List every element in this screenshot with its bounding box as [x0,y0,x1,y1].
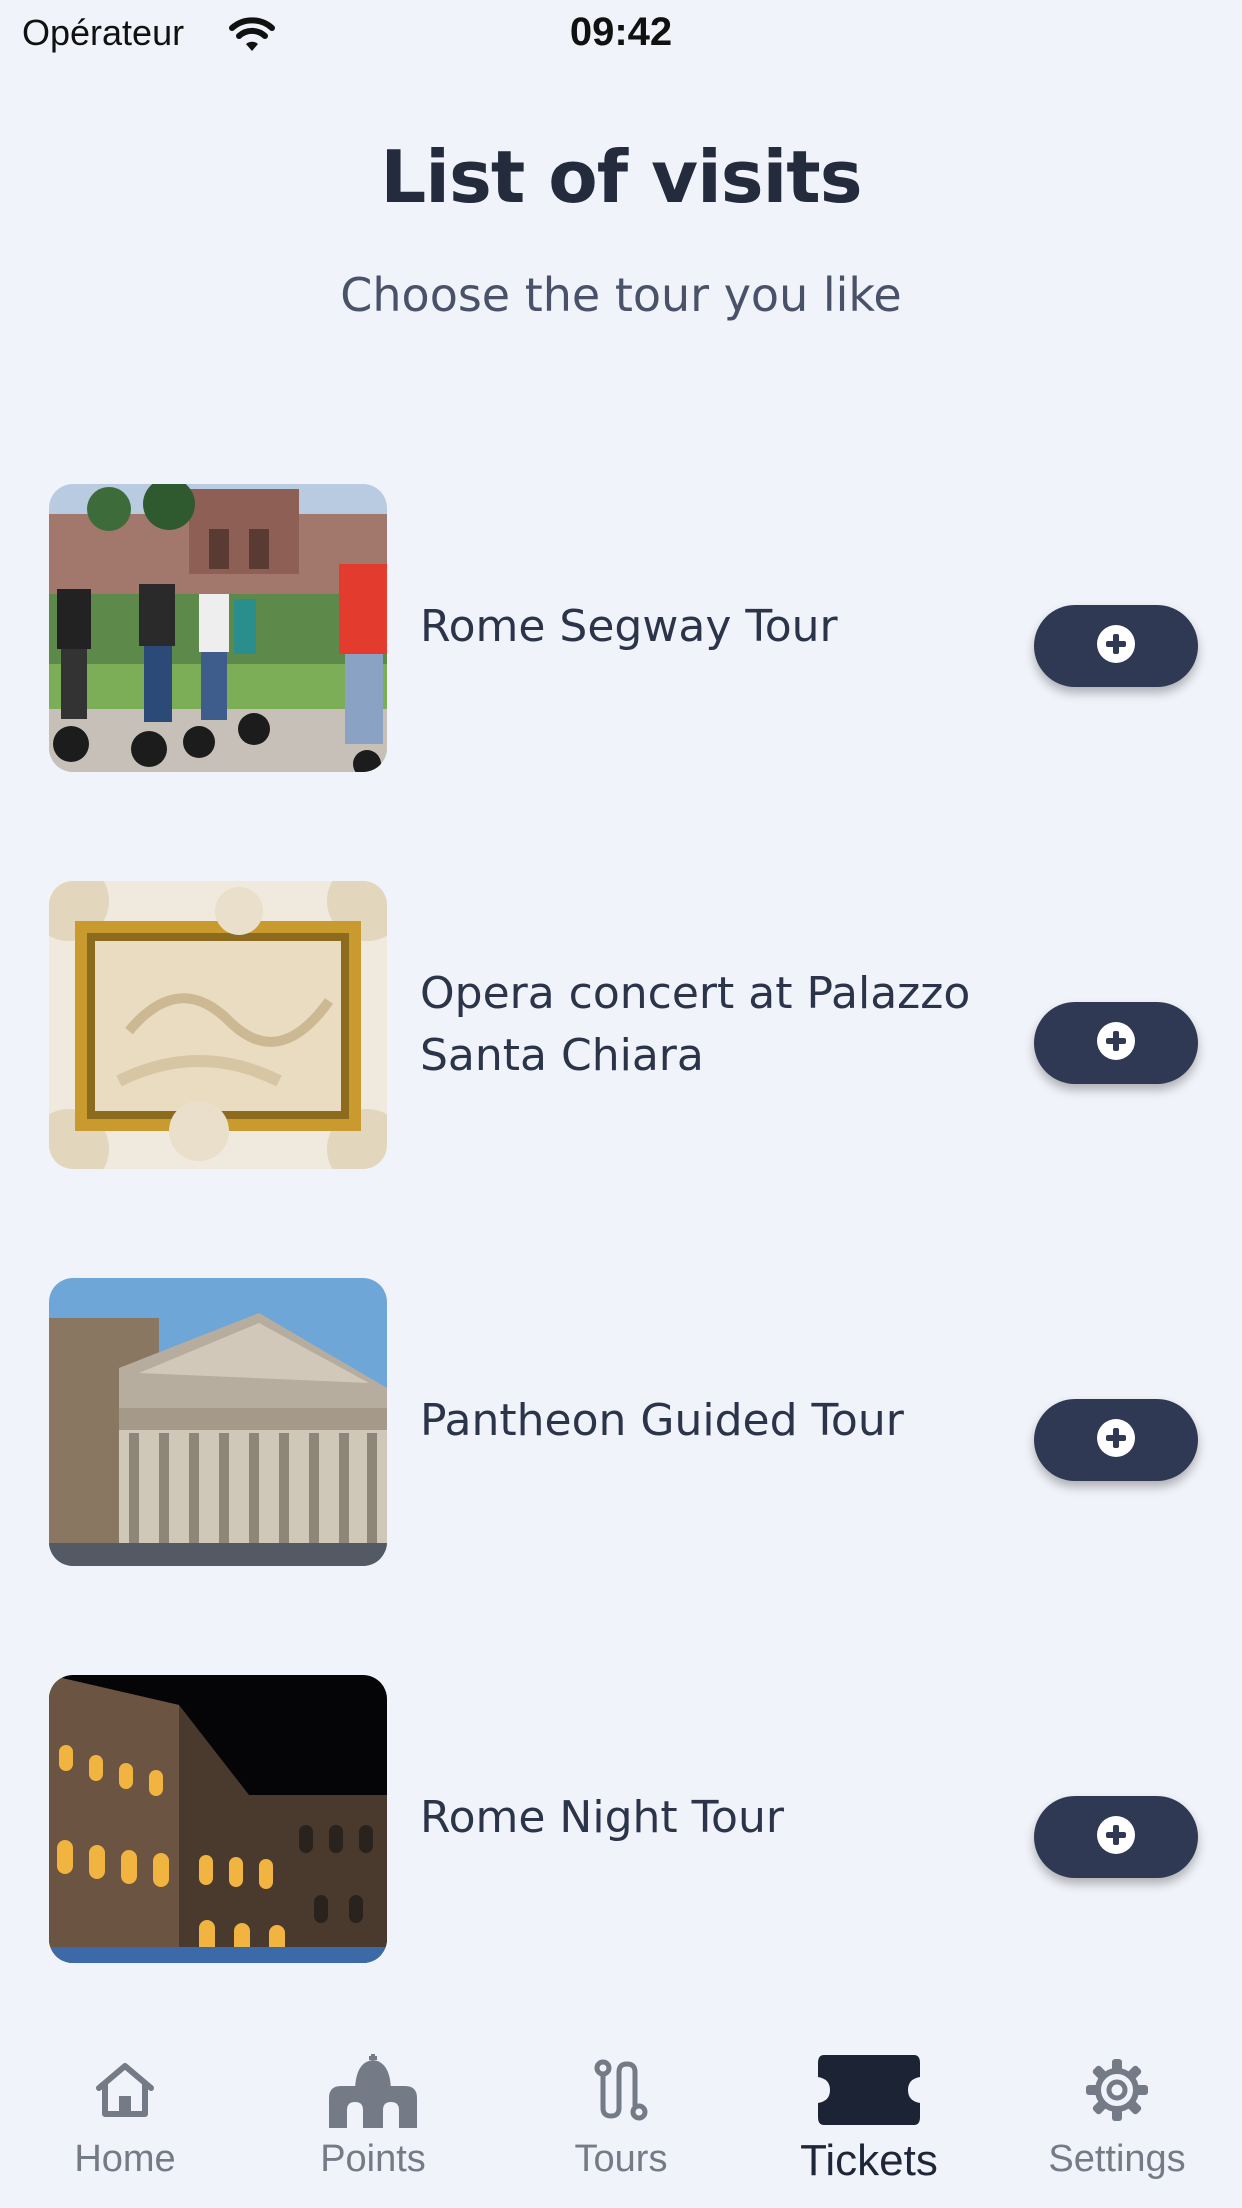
tab-home[interactable]: Home [1,2008,249,2208]
tab-points[interactable]: Points [249,2008,497,2208]
gear-icon [993,2050,1241,2130]
pantheon-photo [49,1278,387,1566]
tab-label: Settings [1048,2138,1186,2180]
plus-circle-icon [1095,1814,1137,1860]
visit-item-opera[interactable]: Opera concert at Palazzo Santa Chiara [0,881,1242,1169]
visit-name: Pantheon Guided Tour [420,1395,904,1446]
tab-label: Tickets [800,2136,938,2185]
colosseum-night-photo [49,1675,387,1963]
church-icon [249,2050,497,2130]
tab-bar: Home Points Tours Tickets Settings [0,2008,1242,2208]
tab-label: Home [74,2138,176,2180]
page-subtitle: Choose the tour you like [340,268,902,322]
visit-item-night[interactable]: Rome Night Tour [0,1675,1242,1963]
status-bar: Opérateur 09:42 [0,0,1242,70]
add-visit-button[interactable] [1034,1399,1198,1481]
plus-circle-icon [1095,1417,1137,1463]
add-visit-button[interactable] [1034,605,1198,687]
visit-name: Rome Night Tour [420,1792,784,1843]
add-visit-button[interactable] [1034,1796,1198,1878]
tab-label: Tours [574,2138,668,2180]
tab-label: Points [320,2138,426,2180]
palazzo-ceiling-photo [49,881,387,1169]
page-title: List of visits [380,135,862,219]
ticket-icon [745,2050,993,2130]
tab-settings[interactable]: Settings [993,2008,1241,2208]
visit-item-pantheon[interactable]: Pantheon Guided Tour [0,1278,1242,1566]
visit-name: Rome Segway Tour [420,601,838,652]
visit-item-segway[interactable]: Rome Segway Tour [0,484,1242,772]
home-icon [1,2050,249,2130]
segway-tour-photo [49,484,387,772]
plus-circle-icon [1095,623,1137,669]
route-icon [497,2050,745,2130]
plus-circle-icon [1095,1020,1137,1066]
tab-tours[interactable]: Tours [497,2008,745,2208]
tab-tickets[interactable]: Tickets [745,2008,993,2208]
status-time: 09:42 [569,10,673,54]
visit-name: Opera concert at Palazzo Santa Chiara [420,968,971,1081]
add-visit-button[interactable] [1034,1002,1198,1084]
